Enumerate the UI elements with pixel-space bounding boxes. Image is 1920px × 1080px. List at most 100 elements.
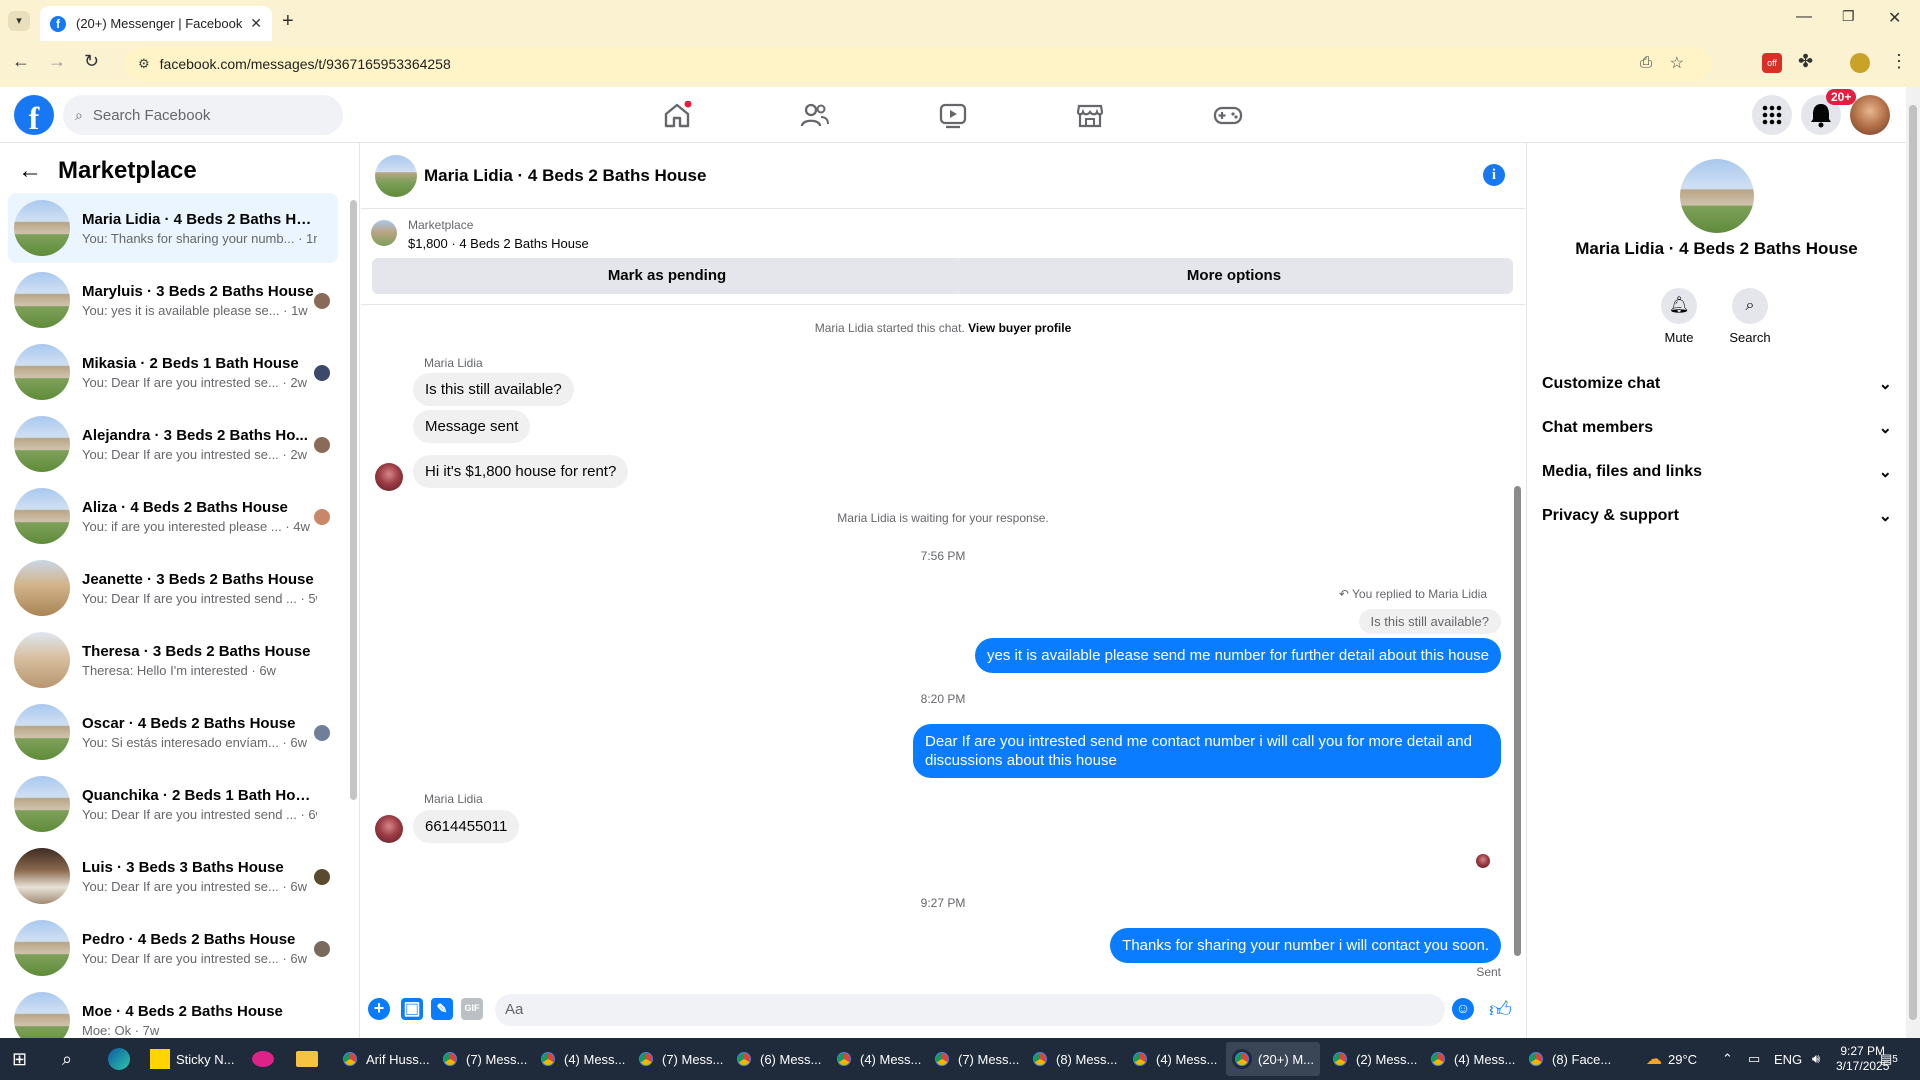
thumbs-up-icon[interactable]: 👍︎ [1489,996,1512,1023]
home-icon[interactable] [662,101,692,129]
info-icon[interactable]: i [1483,164,1505,186]
thread-scrollbar[interactable] [1514,486,1521,956]
media-files-links-section[interactable]: Media, files and links ⌄ [1542,452,1892,492]
mark-as-pending-button[interactable]: Mark as pending [372,258,962,294]
taskbar-item-chrome[interactable]: (4) Mess... [1428,1042,1515,1076]
restore-icon[interactable]: ❐ [1842,8,1855,25]
listing-detail[interactable]: $1,800 · 4 Beds 2 Baths House [408,236,589,251]
sticker-icon[interactable]: ✎ [431,998,453,1020]
conversation-item[interactable]: Theresa · 3 Beds 2 Baths House Theresa: H… [8,625,338,695]
volume-icon[interactable]: 🔊︎ [1812,1042,1820,1076]
page-scrollbar[interactable] [1906,87,1920,1038]
weather-widget[interactable]: ☁ 29°C [1646,1042,1697,1076]
gaming-icon[interactable] [1213,101,1243,129]
conversation-item[interactable]: Quanchika · 2 Beds 1 Bath House You: Dear… [8,769,338,839]
back-arrow-icon[interactable]: ← [18,157,42,185]
add-actions-icon[interactable]: + [368,998,390,1020]
new-tab-icon[interactable]: + [282,10,294,33]
facebook-logo-icon[interactable]: f [14,95,54,136]
taskbar-item-chrome[interactable]: (2) Mess... [1330,1042,1417,1076]
sender-avatar[interactable] [375,463,403,491]
taskbar-item-chrome[interactable]: (4) Mess... [834,1042,921,1076]
search-chat-button[interactable]: ⌕ Search [1715,288,1785,345]
close-tab-icon[interactable]: ✕ [250,15,262,32]
taskbar-item-chrome[interactable]: (7) Mess... [440,1042,527,1076]
mute-button[interactable]: 🔔︎ Mute [1644,288,1714,345]
gif-icon[interactable]: GIF [461,998,483,1020]
windows-start-icon[interactable]: ⊞ [12,1042,27,1076]
taskbar-item-chrome[interactable]: (8) Face... [1526,1042,1611,1076]
back-icon[interactable]: ← [12,51,30,72]
search-facebook-input[interactable]: ⌕ Search Facebook [63,95,343,135]
conversation-item[interactable]: Pedro · 4 Beds 2 Baths House You: Dear If… [8,913,338,983]
extensions-puzzle-icon[interactable]: ✤ [1798,51,1813,72]
page-scrollbar-thumb[interactable] [1909,105,1917,1020]
install-app-icon[interactable]: ⎙ [1640,54,1652,71]
taskbar-item-chrome[interactable]: (7) Mess... [932,1042,1019,1076]
taskbar-item-chrome-active[interactable]: (20+) M... [1226,1042,1320,1076]
taskbar-item-chrome[interactable]: (4) Mess... [538,1042,625,1076]
conversation-item[interactable]: Luis · 3 Beds 3 Baths House You: Dear If … [8,841,338,911]
taskbar-app-icon[interactable] [252,1042,274,1076]
taskbar-item-chrome[interactable]: (4) Mess... [1130,1042,1217,1076]
minimize-icon[interactable]: — [1796,8,1812,26]
message-input[interactable]: Aa [495,994,1445,1026]
conversation-item[interactable]: Maryluis · 3 Beds 2 Baths House You: yes … [8,265,338,335]
outgoing-message[interactable]: Thanks for sharing your number i will co… [1110,928,1501,963]
incoming-message[interactable]: Is this still available? [413,373,574,406]
customize-chat-section[interactable]: Customize chat ⌄ [1542,364,1892,404]
extension-off-icon[interactable]: off [1762,53,1782,73]
sidebar-scrollbar[interactable] [350,200,357,800]
network-icon[interactable]: ▭ [1748,1042,1760,1076]
forward-icon[interactable]: → [48,51,66,72]
taskbar-search-icon[interactable]: ⌕ [62,1042,72,1076]
site-info-icon[interactable]: ⚙ [138,56,150,72]
marketplace-icon[interactable] [1075,101,1105,129]
taskbar-item-chrome[interactable]: (6) Mess... [734,1042,821,1076]
bookmark-star-icon[interactable]: ☆ [1670,53,1684,73]
quoted-message[interactable]: Is this still available? [1358,609,1501,634]
language-indicator[interactable]: ENG [1774,1042,1802,1076]
taskbar-item-chrome[interactable]: Arif Huss... [340,1042,430,1076]
menu-grid-button[interactable] [1752,95,1792,135]
incoming-message[interactable]: Hi it's $1,800 house for rent? [413,455,629,488]
tab-search-icon[interactable]: ▾ [8,11,30,31]
incoming-message[interactable]: Message sent [413,410,531,443]
friends-icon[interactable] [800,101,830,129]
notification-center-icon[interactable]: ▤ 5 [1880,1042,1898,1076]
incoming-message[interactable]: 6614455011 [413,810,520,843]
view-buyer-profile-link[interactable]: View buyer profile [968,321,1071,335]
conversation-item[interactable]: Oscar · 4 Beds 2 Baths House You: Si está… [8,697,338,767]
account-avatar[interactable] [1850,95,1890,135]
listing-mini-thumbnail[interactable] [371,220,397,246]
profile-icon[interactable] [1850,53,1870,73]
emoji-icon[interactable]: ☺ [1452,998,1474,1020]
outgoing-message[interactable]: Dear If are you intrested send me contac… [913,724,1501,778]
reload-icon[interactable]: ↻ [84,51,99,72]
browser-menu-icon[interactable]: ⋮ [1890,51,1908,72]
conversation-item[interactable]: Moe · 4 Beds 2 Baths House Moe: Ok · 7w [8,985,338,1038]
conversation-item[interactable]: Alejandra · 3 Beds 2 Baths Ho... You: Dea… [8,409,338,479]
conversation-item[interactable]: Jeanette · 3 Beds 2 Baths House You: Dear… [8,553,338,623]
conversation-item[interactable]: Aliza · 4 Beds 2 Baths House You: if are … [8,481,338,551]
listing-avatar-large[interactable] [1680,159,1754,233]
more-options-button[interactable]: More options [955,258,1513,294]
sender-avatar[interactable] [375,815,403,843]
outgoing-message[interactable]: yes it is available please send me numbe… [975,638,1501,673]
chat-members-section[interactable]: Chat members ⌄ [1542,408,1892,448]
browser-tab-active[interactable]: f (20+) Messenger | Facebook ✕ [40,6,272,41]
edge-icon[interactable] [108,1042,130,1076]
conversation-item[interactable]: Mikasia · 2 Beds 1 Bath House You: Dear I… [8,337,338,407]
file-explorer-icon[interactable] [296,1042,318,1076]
show-hidden-icons[interactable]: ⌃ [1722,1042,1733,1076]
taskbar-item-chrome[interactable]: (7) Mess... [636,1042,723,1076]
attach-photo-icon[interactable]: ▣ [401,998,423,1020]
chat-listing-avatar[interactable] [375,155,417,197]
conversation-item[interactable]: Maria Lidia · 4 Beds 2 Baths Hou... You: … [8,193,338,263]
address-bar[interactable]: ⚙ facebook.com/messages/t/93671659533642… [124,47,1712,81]
window-close-icon[interactable]: ✕ [1888,8,1901,28]
taskbar-item-chrome[interactable]: (8) Mess... [1030,1042,1117,1076]
watch-icon[interactable] [938,101,968,129]
privacy-support-section[interactable]: Privacy & support ⌄ [1542,496,1892,536]
taskbar-item-sticky-notes[interactable]: Sticky N... [150,1042,235,1076]
